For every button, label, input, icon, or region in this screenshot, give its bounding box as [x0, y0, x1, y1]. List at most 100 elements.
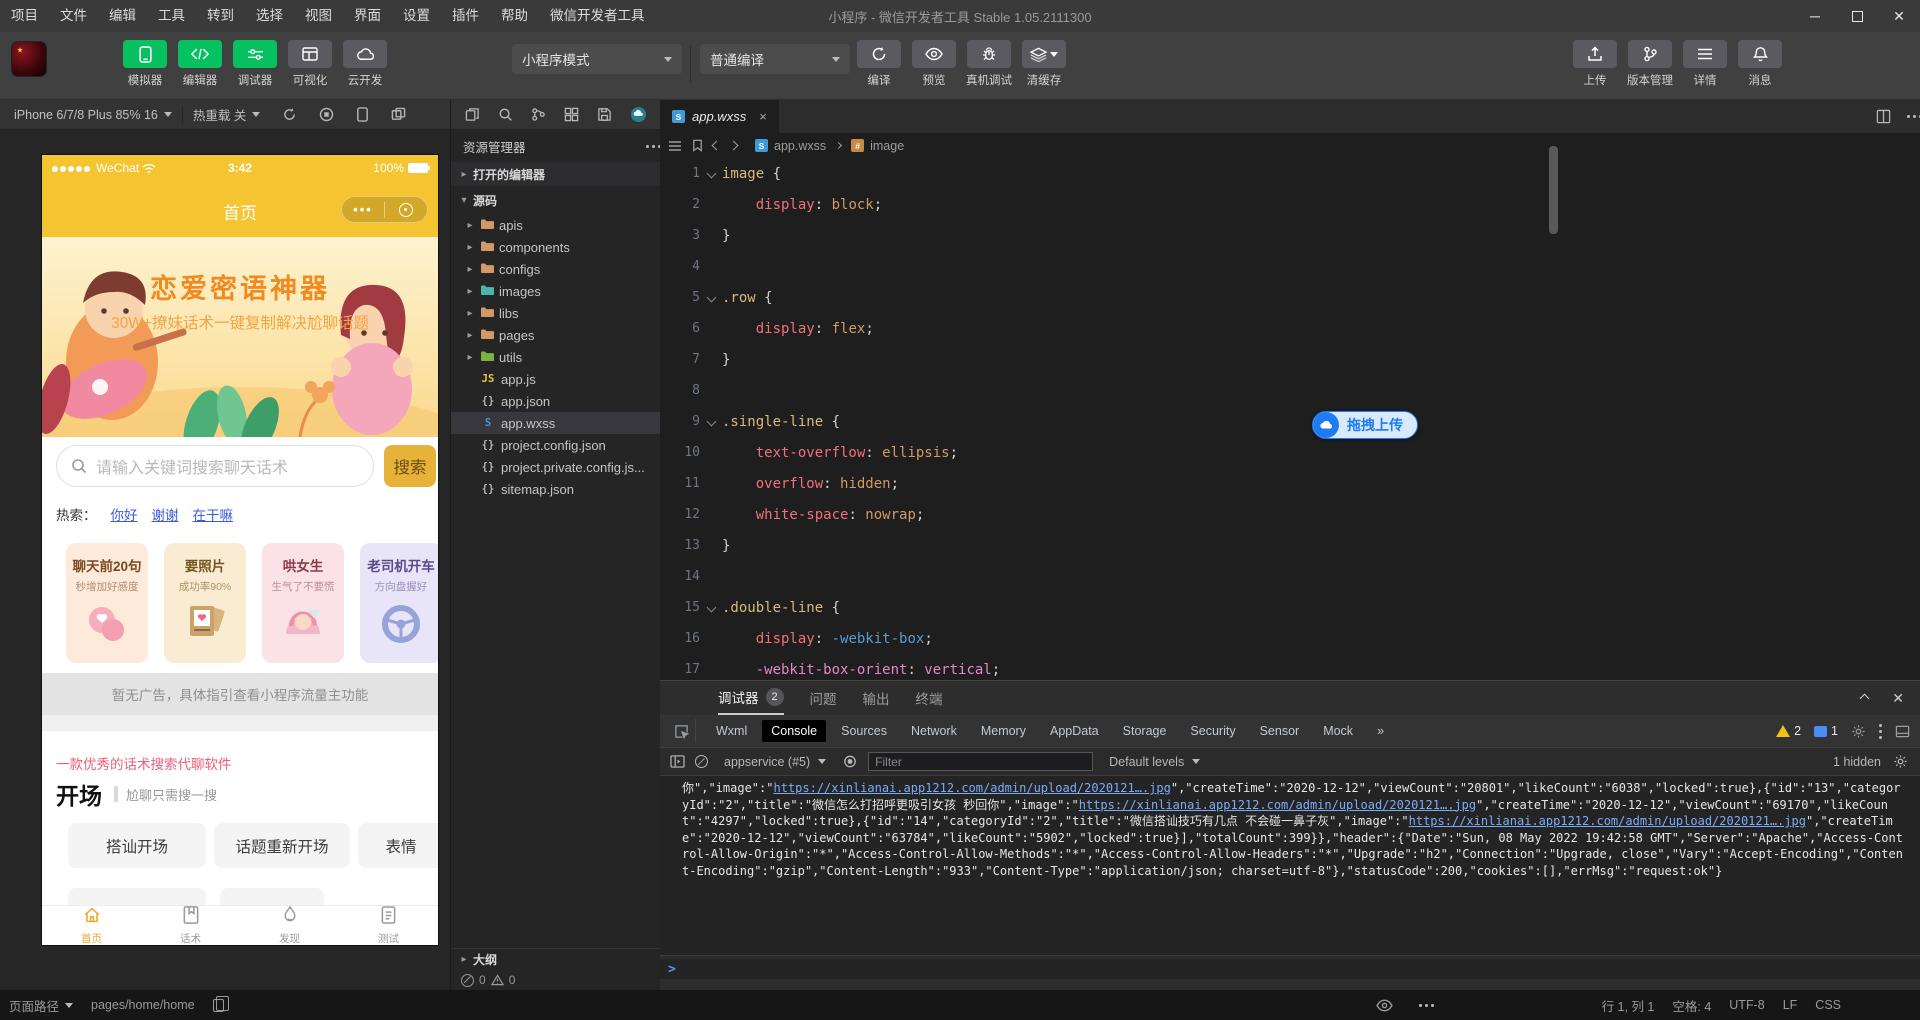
search-button[interactable]: 搜索 — [384, 445, 436, 487]
outline-list-icon[interactable] — [668, 140, 682, 152]
toolbar-button-上传[interactable]: 上传 — [1572, 40, 1618, 88]
tree-item-app.wxss[interactable]: Sapp.wxss — [451, 412, 661, 434]
tree-item-components[interactable]: ▸ components — [451, 236, 661, 258]
levels-select[interactable]: Default levels — [1103, 753, 1206, 771]
toolbar-button-编译[interactable]: 编译 — [856, 40, 902, 88]
encoding-setting[interactable]: UTF-8 — [1720, 990, 1773, 1020]
phone-tab-发现[interactable]: 发现 — [240, 905, 339, 945]
chevron-down-icon[interactable] — [706, 292, 716, 303]
toolbar-button-详情[interactable]: 详情 — [1682, 40, 1728, 88]
tree-item-app.js[interactable]: JS app.js — [451, 368, 661, 390]
more-tabs-icon[interactable]: » — [1368, 720, 1393, 742]
maximize-button[interactable] — [1836, 0, 1878, 32]
extensions-icon[interactable] — [564, 107, 579, 122]
menu-帮助[interactable]: 帮助 — [490, 0, 539, 32]
mini-program-preview[interactable]: WeChat 3:42 100% 首页 ••• 恋爱密语神器 30W+撩妹话术一… — [42, 155, 438, 945]
toolbar-button-消息[interactable]: 消息 — [1737, 40, 1783, 88]
toolbar-button-云开发[interactable]: 云开发 — [342, 40, 388, 88]
chevron-down-icon[interactable] — [706, 602, 716, 613]
menu-设置[interactable]: 设置 — [392, 0, 441, 32]
menu-工具[interactable]: 工具 — [147, 0, 196, 32]
split-editor-icon[interactable] — [1876, 109, 1891, 124]
phone-tab-话术[interactable]: 话术 — [141, 906, 240, 945]
editor-scrollbar[interactable] — [1549, 146, 1558, 234]
toolbar-button-预览[interactable]: 预览 — [911, 40, 957, 88]
record-icon[interactable] — [319, 107, 334, 122]
filter-input[interactable] — [868, 752, 1094, 771]
device-select[interactable]: iPhone 6/7/8 Plus 85% 16 — [14, 108, 158, 122]
settings-gear-icon[interactable] — [1851, 724, 1866, 739]
menu-编辑[interactable]: 编辑 — [98, 0, 147, 32]
chevron-down-icon[interactable] — [706, 168, 716, 179]
devtools-tab-Console[interactable]: Console — [762, 720, 827, 742]
mode-select[interactable]: 小程序模式 — [512, 44, 682, 74]
tree-item-pages[interactable]: ▸ pages — [451, 324, 661, 346]
debugger-tab-问题[interactable]: 问题 — [810, 681, 837, 715]
clear-console-icon[interactable] — [695, 755, 708, 768]
open-editors-section[interactable]: ▸ 打开的编辑器 — [451, 162, 661, 186]
devtools-tab-Sources[interactable]: Sources — [832, 720, 896, 742]
close-tab-icon[interactable]: × — [759, 109, 767, 124]
category-card-哄女生[interactable]: 哄女生 生气了不要慌 — [262, 543, 344, 663]
devtools-tab-Network[interactable]: Network — [902, 720, 966, 742]
avatar[interactable] — [12, 42, 46, 76]
toolbar-button-可视化[interactable]: 可视化 — [287, 40, 333, 88]
toolbar-button-清缓存[interactable]: 清缓存 — [1021, 40, 1067, 88]
search-icon[interactable] — [498, 107, 513, 122]
hero-banner[interactable]: 恋爱密语神器 30W+撩妹话术一键复制解决尬聊话题 — [42, 237, 438, 437]
git-icon[interactable] — [531, 107, 546, 122]
debugger-tab-输出[interactable]: 输出 — [863, 681, 890, 715]
chip-表情[interactable]: 表情 — [358, 823, 438, 868]
cursor-position[interactable]: 行 1, 列 1 — [1593, 990, 1664, 1020]
context-select[interactable]: appservice (#5) — [718, 753, 832, 771]
menu-微信开发者工具[interactable]: 微信开发者工具 — [539, 0, 656, 32]
chevron-down-icon[interactable] — [706, 416, 716, 427]
breadcrumb-node[interactable]: # image — [851, 139, 904, 153]
close-panel-icon[interactable]: ✕ — [1892, 690, 1904, 707]
exit-icon[interactable] — [385, 197, 427, 222]
menu-视图[interactable]: 视图 — [294, 0, 343, 32]
console-sidebar-icon[interactable] — [670, 755, 685, 768]
console-log[interactable]: 你","image":"https://xinlianai.app1212.co… — [660, 776, 1920, 956]
more-icon[interactable] — [646, 144, 649, 148]
menu-项目[interactable]: 项目 — [0, 0, 49, 32]
tree-item-project.config.json[interactable]: {} project.config.json — [451, 434, 661, 456]
console-link[interactable]: https://xinlianai.app1212.com/admin/uplo… — [773, 781, 1170, 795]
tree-item-apis[interactable]: ▸ apis — [451, 214, 661, 236]
pages-icon[interactable] — [465, 107, 480, 122]
devtools-tab-Storage[interactable]: Storage — [1114, 720, 1176, 742]
console-link[interactable]: https://xinlianai.app1212.com/admin/uplo… — [1079, 798, 1476, 812]
hot-link-谢谢[interactable]: 谢谢 — [152, 504, 179, 524]
debugger-tab-终端[interactable]: 终端 — [916, 681, 943, 715]
debugger-tab-调试器[interactable]: 调试器 2 — [718, 681, 784, 715]
cloud-sync-icon[interactable] — [630, 106, 647, 123]
console-link[interactable]: https://xinlianai.app1212.com/admin/uplo… — [1409, 814, 1806, 828]
tree-item-utils[interactable]: ▸ utils — [451, 346, 661, 368]
toolbar-button-模拟器[interactable]: 模拟器 — [122, 40, 168, 88]
breadcrumb-file[interactable]: S app.wxss — [755, 139, 826, 153]
tree-item-project.private.config.js...[interactable]: {} project.private.config.js... — [451, 456, 661, 478]
nav-back-icon[interactable] — [711, 140, 722, 151]
source-section[interactable]: ▾ 源码 — [451, 188, 661, 212]
indent-setting[interactable]: 空格: 4 — [1663, 990, 1720, 1020]
chip-搭讪开场[interactable]: 搭讪开场 — [68, 823, 206, 868]
tree-item-images[interactable]: ▸ images — [451, 280, 661, 302]
page-path-select[interactable]: 页面路径 — [0, 990, 82, 1020]
tab-app-wxss[interactable]: S app.wxss × — [660, 100, 779, 133]
eol-setting[interactable]: LF — [1774, 990, 1807, 1020]
save-icon[interactable] — [597, 107, 612, 122]
copy-path-icon[interactable] — [204, 990, 233, 1020]
category-card-聊天前20句[interactable]: 聊天前20句 秒增加好感度 — [66, 543, 148, 663]
toolbar-button-调试器[interactable]: 调试器 — [232, 40, 278, 88]
outline-section[interactable]: ▸ 大纲 — [451, 948, 661, 970]
tree-item-configs[interactable]: ▸ configs — [451, 258, 661, 280]
category-card-老司机开车[interactable]: 老司机开车 方向盘握好 — [360, 543, 438, 663]
message-badge[interactable]: 1 — [1814, 724, 1838, 738]
menu-转到[interactable]: 转到 — [196, 0, 245, 32]
device-frame-icon[interactable] — [356, 107, 369, 122]
hot-reload-toggle[interactable]: 热重载 关 — [193, 105, 246, 124]
phone-tab-测试[interactable]: 测试 — [339, 906, 438, 945]
devtools-tab-AppData[interactable]: AppData — [1041, 720, 1108, 742]
phone-tab-首页[interactable]: 首页 — [42, 906, 141, 945]
kebab-menu-icon[interactable] — [1879, 723, 1882, 727]
